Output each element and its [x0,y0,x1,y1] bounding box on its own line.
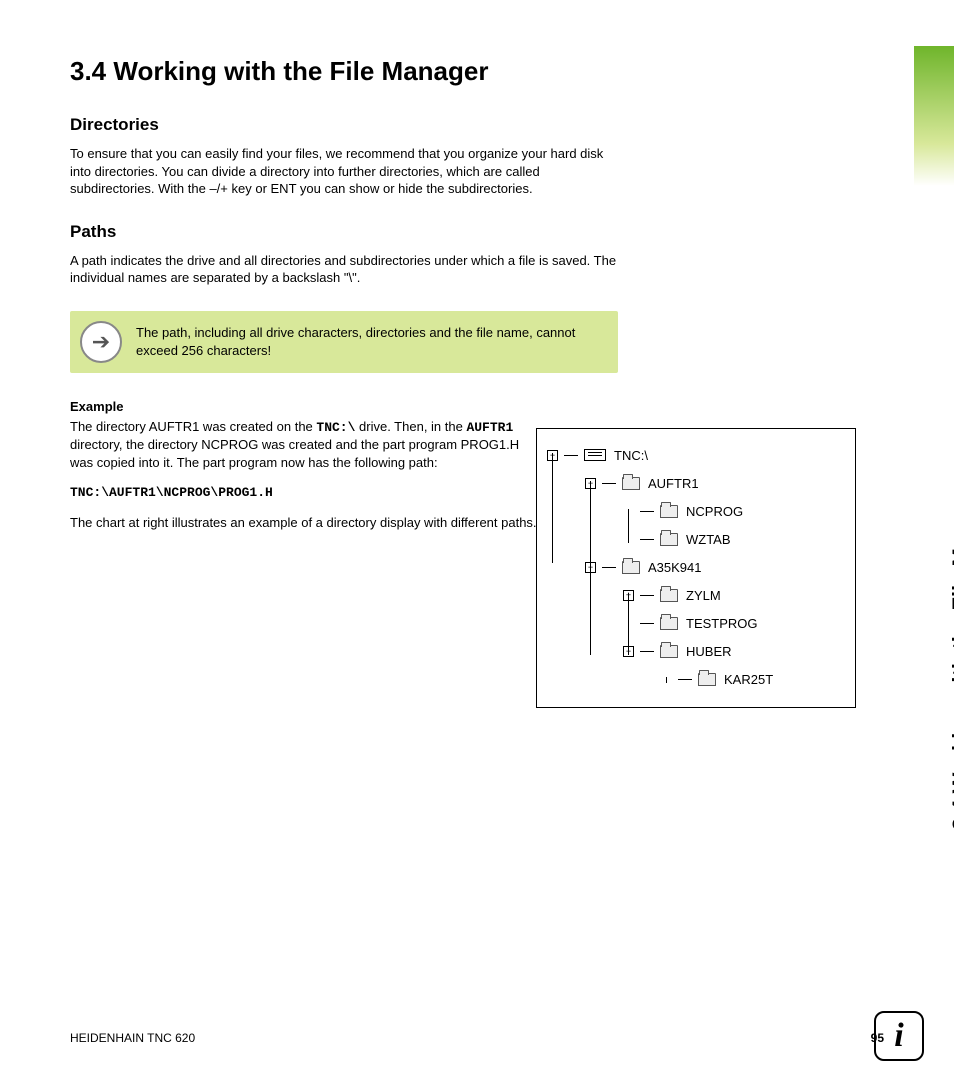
folder-icon [660,533,678,546]
example-mid: drive. Then, in the [355,419,466,434]
example-caption: The chart at right illustrates an exampl… [70,514,542,532]
example-drive: TNC:\ [316,420,355,435]
tree-node: − A35K941 [547,553,845,581]
directory-tree-diagram: − TNC:\ − AUFTR1 NCPROG WZT [536,428,856,708]
note-box: ➔ The path, including all drive characte… [70,311,618,373]
section-title: 3.4 Working with the File Manager [70,56,884,87]
side-gradient [914,46,954,186]
example-label: Example [70,399,884,414]
tree-label: AUFTR1 [648,476,699,491]
folder-icon [660,617,678,630]
directories-body: To ensure that you can easily find your … [70,145,618,198]
directories-heading: Directories [70,115,884,135]
tree-label: TESTPROG [686,616,758,631]
drive-icon [584,449,606,461]
folder-icon [698,673,716,686]
tree-label: KAR25T [724,672,773,687]
tree-node: − HUBER [547,637,845,665]
tree-node: + ZYLM [547,581,845,609]
tree-label: ZYLM [686,588,721,603]
side-tab: 3.4 Working with the File Manager [914,46,954,486]
side-section-label: 3.4 Working with the File Manager [948,476,954,830]
example-pre: The directory AUFTR1 was created on the [70,419,316,434]
footer-doc: HEIDENHAIN TNC 620 [70,1031,195,1045]
folder-icon [660,645,678,658]
folder-icon [622,561,640,574]
folder-icon [660,505,678,518]
example-text: The directory AUFTR1 was created on the … [70,418,542,472]
tree-node: − AUFTR1 [547,469,845,497]
note-text: The path, including all drive characters… [136,324,604,359]
tree-root: − TNC:\ [547,441,845,469]
paths-heading: Paths [70,222,884,242]
page-footer: HEIDENHAIN TNC 620 95 [70,1031,884,1045]
folder-icon [660,589,678,602]
tree-label: WZTAB [686,532,731,547]
tree-node: NCPROG [547,497,845,525]
tree-node: WZTAB [547,525,845,553]
tree-label: A35K941 [648,560,702,575]
tree-root-label: TNC:\ [614,448,648,463]
arrow-right-icon: ➔ [80,321,122,363]
tree-node: TESTPROG [547,609,845,637]
tree-node: KAR25T [547,665,845,693]
tree-label: HUBER [686,644,732,659]
example-post: directory, the directory NCPROG was crea… [70,437,519,470]
paths-body: A path indicates the drive and all direc… [70,252,618,287]
folder-icon [622,477,640,490]
tree-label: NCPROG [686,504,743,519]
info-icon: i [874,1011,924,1061]
example-dir: AUFTR1 [466,420,513,435]
